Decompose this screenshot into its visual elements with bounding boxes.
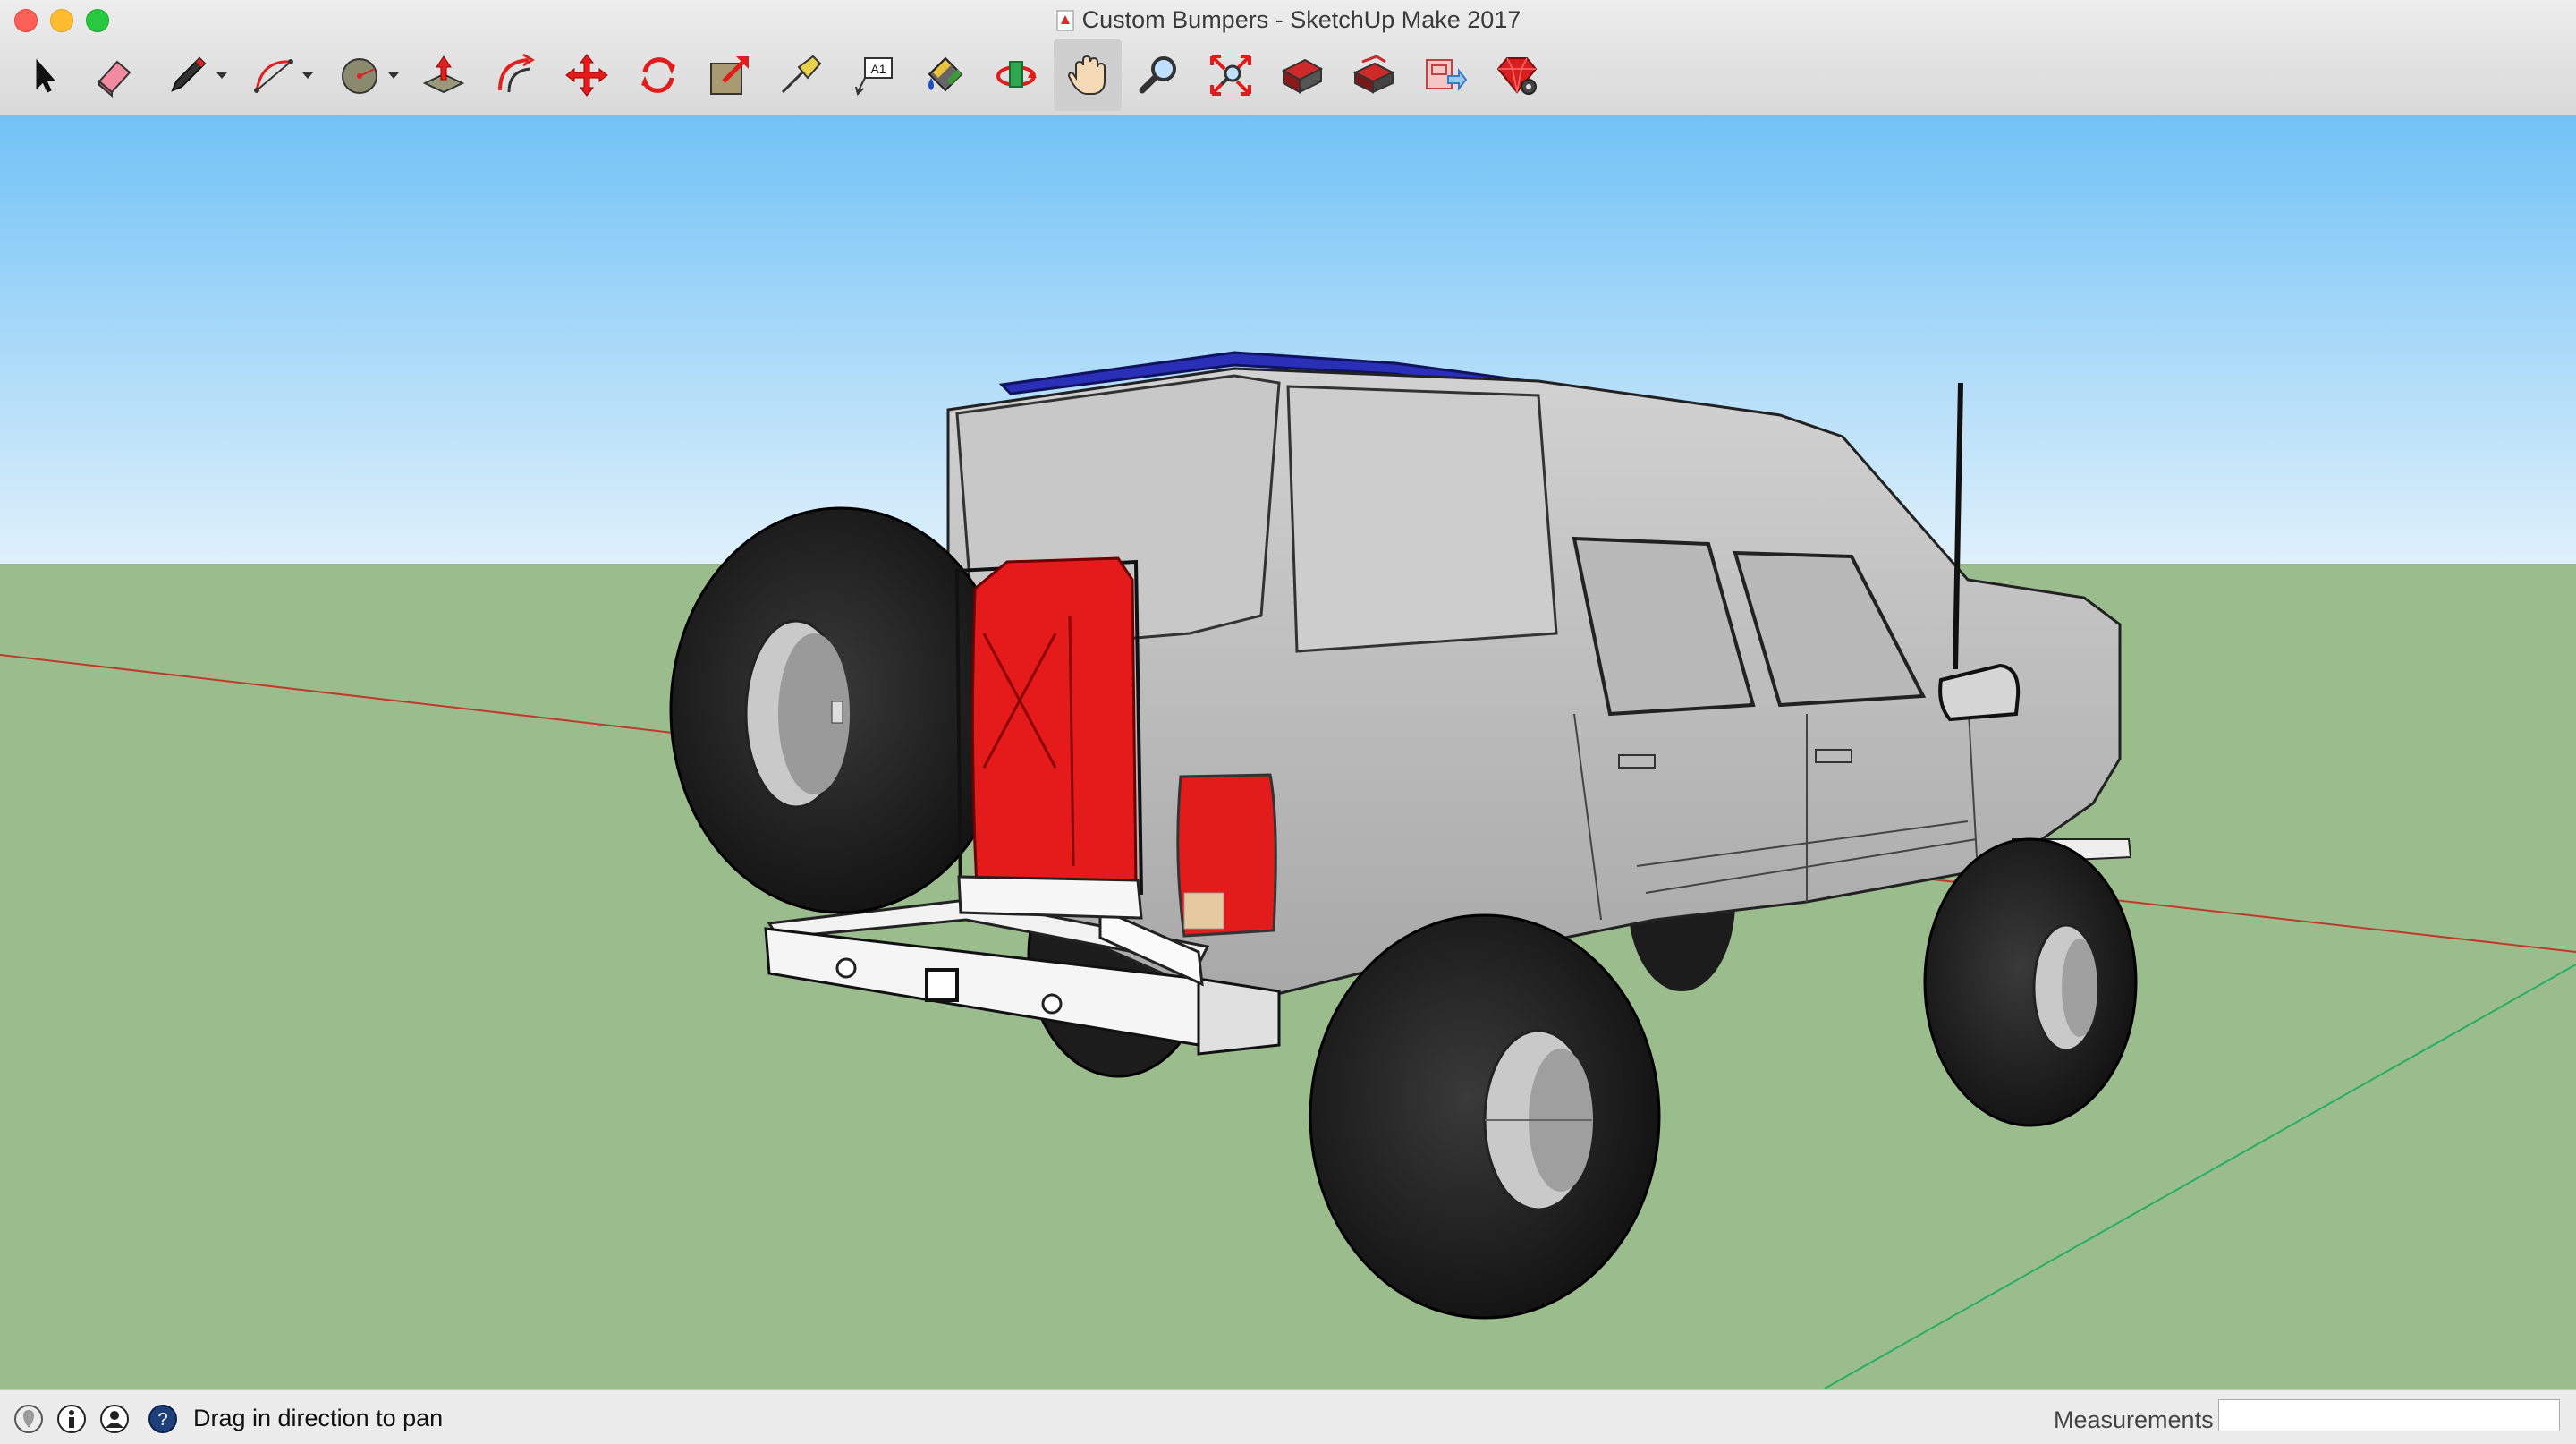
- text-tool-button[interactable]: A1: [839, 39, 907, 111]
- shapes-dropdown-arrow[interactable]: [388, 72, 399, 79]
- status-hint-text: Drag in direction to pan: [193, 1405, 444, 1431]
- svg-text:?: ?: [157, 1410, 167, 1430]
- measurements-input[interactable]: [2218, 1399, 2560, 1431]
- recovery-point-right: [1041, 993, 1063, 1015]
- extension-manager-button[interactable]: [1483, 39, 1551, 111]
- scale-tool-button[interactable]: [696, 39, 764, 111]
- document-icon: [1056, 10, 1074, 31]
- share-model-button[interactable]: [1411, 39, 1479, 111]
- jerry-can: [970, 556, 1138, 891]
- credits-icon[interactable]: [55, 1403, 88, 1435]
- ruby-gem-icon: [1496, 57, 1538, 95]
- push-pull-icon: [422, 55, 465, 94]
- window-title: Custom Bumpers - SketchUp Make 2017: [1081, 6, 1521, 33]
- move-tool-button[interactable]: [553, 39, 621, 111]
- user-account-icon[interactable]: [98, 1403, 131, 1435]
- arc-dropdown-arrow[interactable]: [302, 72, 313, 79]
- select-arrow-icon: [36, 58, 56, 93]
- front-door-handle: [1815, 749, 1852, 763]
- pencil-icon: [171, 56, 207, 92]
- offset-icon: [498, 53, 535, 93]
- jerry-can-base: [957, 875, 1143, 920]
- main-toolbar: A1: [0, 39, 2576, 113]
- tape-measure-icon: [781, 55, 822, 94]
- 3d-viewport[interactable]: [0, 115, 2576, 1389]
- hitch-receiver: [925, 968, 959, 1002]
- rear-door-handle: [1618, 754, 1656, 769]
- rear-near-tire: [1309, 913, 1661, 1320]
- line-dropdown-arrow[interactable]: [216, 72, 227, 79]
- orbit-tool-button[interactable]: [982, 39, 1050, 111]
- push-pull-tool-button[interactable]: [410, 39, 478, 111]
- offset-tool-button[interactable]: [481, 39, 549, 111]
- warehouse-icon: [1281, 58, 1324, 94]
- text-tool-icon: A1: [855, 57, 893, 96]
- zoom-extents-icon: [1210, 55, 1251, 96]
- circle-shapes-icon: [342, 58, 377, 94]
- orbit-icon: [996, 61, 1037, 88]
- rear-bumper-end: [1197, 977, 1281, 1056]
- status-bar: ? Drag in direction to pan Measurements: [0, 1389, 2576, 1444]
- extension-warehouse-icon: [1352, 55, 1395, 94]
- scale-icon: [710, 56, 749, 95]
- arc-tool-button[interactable]: [240, 39, 308, 111]
- model-canvas[interactable]: [0, 115, 2576, 1389]
- pan-hand-icon: [1067, 55, 1106, 95]
- shapes-tool-button[interactable]: [326, 39, 394, 111]
- rotate-icon: [641, 57, 675, 93]
- tape-measure-tool-button[interactable]: [767, 39, 835, 111]
- move-icon: [565, 54, 608, 97]
- help-icon[interactable]: ?: [147, 1403, 179, 1435]
- paint-bucket-tool-button[interactable]: [911, 39, 979, 111]
- pan-tool-button[interactable]: [1054, 39, 1122, 111]
- front-near-tire: [1923, 837, 2138, 1127]
- measurements-label: Measurements: [2054, 1406, 2214, 1433]
- arc-icon: [254, 59, 293, 93]
- text-tool-label: A1: [870, 62, 886, 76]
- rotate-tool-button[interactable]: [624, 39, 692, 111]
- reflector: [1183, 892, 1224, 930]
- eraser-tool-button[interactable]: [80, 39, 148, 111]
- window-title-bar: Custom Bumpers - SketchUp Make 2017: [0, 4, 2576, 36]
- zoom-icon: [1139, 56, 1176, 94]
- eraser-icon: [97, 60, 131, 98]
- zoom-extents-tool-button[interactable]: [1197, 39, 1265, 111]
- geo-location-icon[interactable]: [13, 1403, 45, 1435]
- select-tool-button[interactable]: [9, 39, 77, 111]
- 3d-warehouse-button[interactable]: [1268, 39, 1336, 111]
- window-chrome: Custom Bumpers - SketchUp Make 2017 A1: [0, 0, 2576, 116]
- paint-bucket-icon: [928, 56, 963, 92]
- line-tool-button[interactable]: [154, 39, 222, 111]
- side-quarter-panel: [1286, 385, 1558, 653]
- recovery-point-left: [835, 957, 857, 979]
- share-model-icon: [1426, 59, 1468, 91]
- extension-warehouse-button[interactable]: [1340, 39, 1408, 111]
- zoom-tool-button[interactable]: [1125, 39, 1193, 111]
